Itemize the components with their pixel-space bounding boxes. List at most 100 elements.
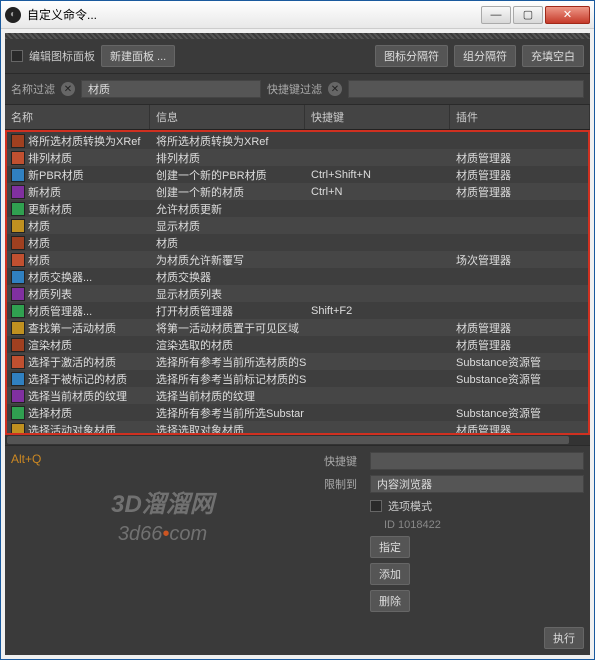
table-row[interactable]: 选择于被标记的材质选择所有参考当前标记材质的SSubstance资源管 [7, 370, 588, 387]
row-shortcut [307, 412, 452, 414]
row-info: 打开材质管理器 [152, 302, 307, 320]
table-row[interactable]: 渲染材质渲染选取的材质材质管理器 [7, 336, 588, 353]
row-icon [11, 185, 25, 199]
group-separator-button[interactable]: 组分隔符 [454, 45, 516, 67]
minimize-button[interactable]: — [481, 6, 511, 24]
row-info: 创建一个新的材质 [152, 183, 307, 201]
row-info: 渲染选取的材质 [152, 336, 307, 354]
shortcut-filter-label: 快捷键过滤 [267, 81, 322, 97]
table-row[interactable]: 查找第一活动材质将第一活动材质置于可见区域材质管理器 [7, 319, 588, 336]
scrollbar-thumb[interactable] [7, 436, 569, 444]
table-row[interactable]: 材质为材质允许新覆写场次管理器 [7, 251, 588, 268]
table-row[interactable]: 新材质创建一个新的材质Ctrl+N材质管理器 [7, 183, 588, 200]
row-icon [11, 287, 25, 301]
column-shortcut[interactable]: 快捷键 [305, 105, 450, 129]
shortcut-field-label: 快捷键 [324, 453, 364, 469]
table-row[interactable]: 排列材质排列材质材质管理器 [7, 149, 588, 166]
maximize-button[interactable]: ▢ [513, 6, 543, 24]
shortcut-display: Alt+Q [11, 452, 314, 466]
table-row[interactable]: 选择当前材质的纹理选择当前材质的纹理 [7, 387, 588, 404]
row-shortcut [307, 259, 452, 261]
table-row[interactable]: 材质管理器...打开材质管理器Shift+F2 [7, 302, 588, 319]
row-shortcut [307, 395, 452, 397]
column-plugin[interactable]: 插件 [450, 105, 590, 129]
edit-icon-panel-checkbox[interactable] [11, 50, 23, 62]
row-name: 选择于被标记的材质 [28, 371, 127, 387]
row-shortcut [307, 242, 452, 244]
icon-separator-button[interactable]: 图标分隔符 [375, 45, 448, 67]
table-row[interactable]: 新PBR材质创建一个新的PBR材质Ctrl+Shift+N材质管理器 [7, 166, 588, 183]
table-row[interactable]: 更新材质允许材质更新 [7, 200, 588, 217]
clear-name-filter-icon[interactable]: ✕ [61, 82, 75, 96]
row-plugin: 材质管理器 [452, 421, 588, 436]
row-info: 选择选取对象材质 [152, 421, 307, 436]
row-icon [11, 253, 25, 267]
delete-button[interactable]: 删除 [370, 590, 410, 612]
watermark-line2: 3d66•com [11, 523, 314, 546]
row-shortcut [307, 429, 452, 431]
new-panel-button[interactable]: 新建面板 ... [101, 45, 175, 67]
close-button[interactable]: ✕ [545, 6, 590, 24]
clear-shortcut-filter-icon[interactable]: ✕ [328, 82, 342, 96]
bottom-left: Alt+Q 3D溜溜网 3d66•com [11, 452, 314, 649]
add-button[interactable]: 添加 [370, 563, 410, 585]
row-name: 将所选材质转换为XRef [28, 133, 140, 149]
row-name: 查找第一活动材质 [28, 320, 116, 336]
execute-button[interactable]: 执行 [544, 627, 584, 649]
row-plugin [452, 225, 588, 227]
row-info: 将所选材质转换为XRef [152, 132, 307, 150]
assign-button[interactable]: 指定 [370, 536, 410, 558]
row-plugin [452, 310, 588, 312]
horizontal-scrollbar[interactable] [5, 435, 590, 445]
table-row[interactable]: 选择于激活的材质 选择所有参考当前所选材质的S Substance资源管 [7, 353, 588, 370]
row-name: 材质 [28, 218, 50, 234]
window-buttons: — ▢ ✕ [481, 6, 590, 24]
shortcut-filter-input[interactable] [348, 80, 584, 98]
row-name: 材质交换器... [28, 269, 92, 285]
toolbar: 编辑图标面板 新建面板 ... 图标分隔符 组分隔符 充填空白 [5, 39, 590, 74]
row-name: 选择于激活的材质 [28, 354, 116, 370]
row-icon [11, 270, 25, 284]
option-mode-label: 选项模式 [388, 498, 432, 514]
table-row[interactable]: 材质列表显示材质列表 [7, 285, 588, 302]
row-info: 选择所有参考当前所选材质的S [152, 353, 307, 371]
fill-blank-button[interactable]: 充填空白 [522, 45, 584, 67]
bottom-panel: Alt+Q 3D溜溜网 3d66•com 快捷键 限制到 选项模式 [5, 445, 590, 655]
row-info: 显示材质 [152, 217, 307, 235]
column-name[interactable]: 名称 [5, 105, 150, 129]
row-plugin: 材质管理器 [452, 149, 588, 167]
column-info[interactable]: 信息 [150, 105, 305, 129]
table-row[interactable]: 选择活动对象材质选择选取对象材质材质管理器 [7, 421, 588, 435]
shortcut-input[interactable] [370, 452, 584, 470]
row-plugin: Substance资源管 [452, 353, 588, 371]
row-shortcut [307, 157, 452, 159]
table-row[interactable]: 选择材质选择所有参考当前所选SubstarSubstance资源管 [7, 404, 588, 421]
bottom-right: 快捷键 限制到 选项模式 ID 1018422 指定 添加 [324, 452, 584, 649]
name-filter-label: 名称过滤 [11, 81, 55, 97]
row-name: 材质列表 [28, 286, 72, 302]
table-row[interactable]: 材质交换器...材质交换器 [7, 268, 588, 285]
row-plugin [452, 395, 588, 397]
row-info: 选择当前材质的纹理 [152, 387, 307, 405]
table-body[interactable]: 将所选材质转换为XRef 将所选材质转换为XRef排列材质排列材质材质管理器新PB… [5, 130, 590, 435]
table-row[interactable]: 材质材质 [7, 234, 588, 251]
row-icon [11, 151, 25, 165]
row-icon [11, 236, 25, 250]
row-plugin: 材质管理器 [452, 319, 588, 337]
limit-to-input[interactable] [370, 475, 584, 493]
table-row[interactable]: 将所选材质转换为XRef 将所选材质转换为XRef [7, 132, 588, 149]
row-icon [11, 202, 25, 216]
row-info: 允许材质更新 [152, 200, 307, 218]
watermark: 3D溜溜网 3d66•com [11, 484, 314, 546]
row-shortcut [307, 293, 452, 295]
watermark-line1: 3D溜溜网 [11, 484, 314, 519]
row-shortcut [307, 344, 452, 346]
name-filter-input[interactable] [81, 80, 261, 98]
app-icon: ◐ [5, 7, 21, 23]
row-icon [11, 406, 25, 420]
option-mode-checkbox[interactable] [370, 500, 382, 512]
titlebar[interactable]: ◐ 自定义命令... — ▢ ✕ [1, 1, 594, 29]
row-shortcut [307, 327, 452, 329]
table-row[interactable]: 材质 显示材质 [7, 217, 588, 234]
row-plugin: 材质管理器 [452, 336, 588, 354]
